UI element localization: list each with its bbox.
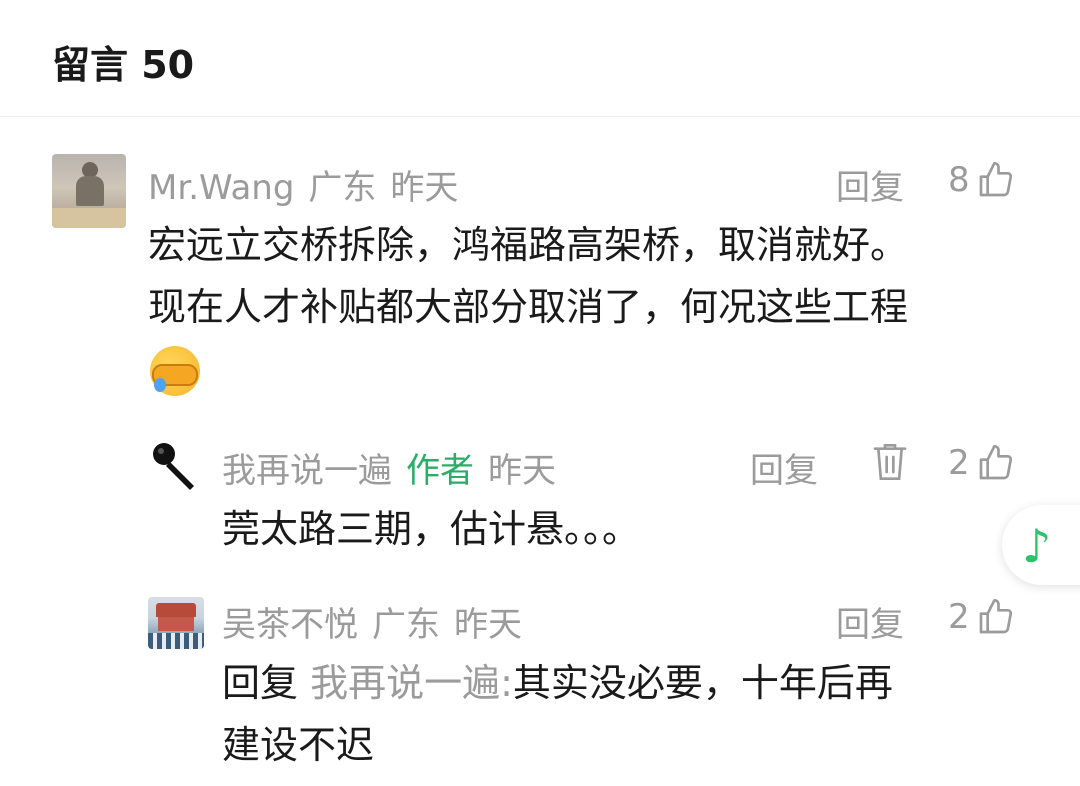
reply-button[interactable]: 回复	[836, 160, 904, 209]
comments-header: 留言 50	[0, 0, 1080, 117]
like-count: 2	[948, 443, 970, 483]
author-badge: 作者	[406, 451, 474, 491]
reply-target-user[interactable]: 我再说一遍:	[310, 661, 513, 705]
reply-prefix: 回复	[222, 661, 299, 705]
thumbs-up-icon	[979, 599, 1012, 634]
reply-text: 莞太路三期，估计悬。。。	[222, 507, 641, 551]
reply-button[interactable]: 回复	[836, 597, 904, 646]
comment-meta: Mr.Wang 广东 昨天	[148, 160, 472, 209]
timestamp: 昨天	[454, 605, 522, 645]
comment-text: 宏远立交桥拆除，鸿福路高架桥，取消就好。 现在人才补贴都大部分取消了，何况这些工…	[148, 223, 909, 329]
timestamp: 昨天	[390, 168, 459, 208]
trash-icon	[873, 444, 907, 480]
username[interactable]: 吴茶不悦	[222, 605, 358, 645]
like-button[interactable]: 2	[948, 597, 1016, 637]
thumbs-up-icon	[979, 162, 1012, 197]
like-count: 8	[948, 160, 970, 200]
delete-button[interactable]	[870, 440, 910, 493]
region: 广东	[308, 168, 377, 208]
microphone-icon	[153, 443, 194, 490]
avatar[interactable]	[148, 438, 204, 494]
reply-button[interactable]: 回复	[750, 443, 818, 492]
username[interactable]: 我再说一遍	[222, 451, 392, 491]
avatar[interactable]	[52, 154, 126, 228]
reply-meta: 吴茶不悦 广东 昨天	[222, 597, 536, 646]
timestamp: 昨天	[488, 451, 556, 491]
region: 广东	[372, 605, 440, 645]
like-button[interactable]: 2	[948, 443, 1016, 483]
reply-meta: 我再说一遍 作者 昨天	[222, 443, 570, 492]
music-note-icon: ♪	[1022, 519, 1052, 573]
floating-music-button[interactable]: ♪	[1002, 505, 1080, 585]
reply-text: 回复 我再说一遍:其实没必要，十年后再 建设不迟	[222, 661, 893, 767]
username[interactable]: Mr.Wang	[148, 168, 294, 208]
comments-count-title: 留言 50	[52, 43, 195, 87]
facepalm-crying-emoji-icon	[150, 346, 200, 396]
avatar[interactable]	[148, 597, 204, 649]
like-button[interactable]: 8	[948, 160, 1016, 200]
thumbs-up-icon	[979, 445, 1012, 480]
like-count: 2	[948, 597, 970, 637]
